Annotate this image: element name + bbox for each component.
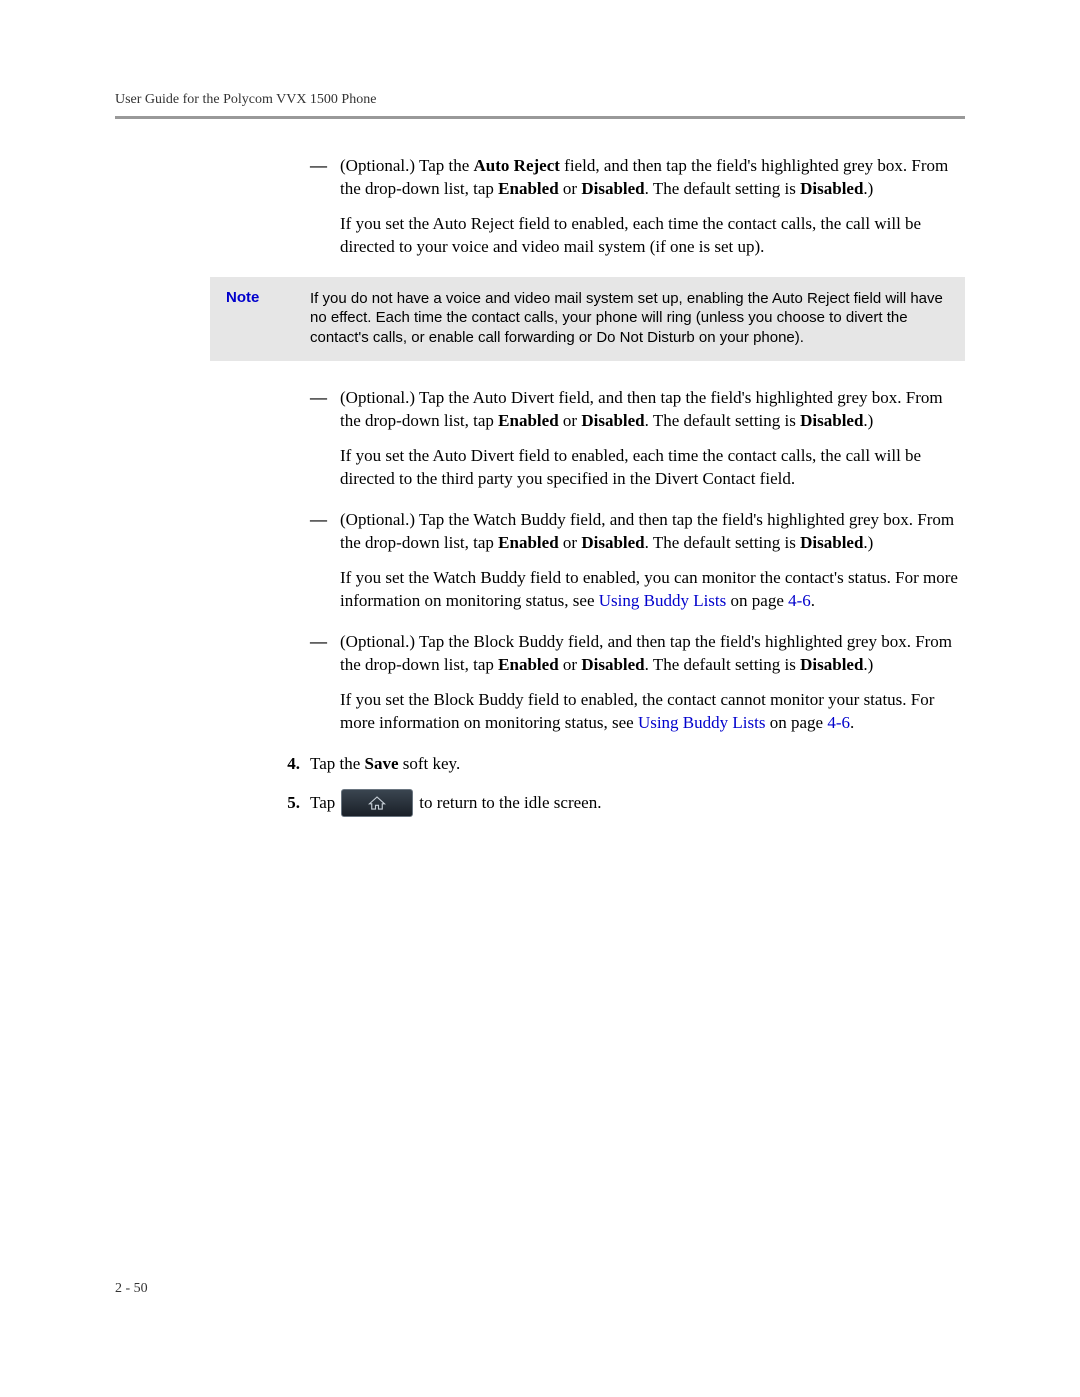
sublist-item-auto-reject: — (Optional.) Tap the Auto Reject field,…: [310, 155, 965, 201]
sublist-para: If you set the Auto Reject field to enab…: [340, 213, 965, 259]
dash-bullet: —: [310, 631, 340, 677]
dash-bullet: —: [310, 155, 340, 201]
sublist-para: If you set the Watch Buddy field to enab…: [340, 567, 965, 613]
sublist-text: (Optional.) Tap the Auto Reject field, a…: [340, 155, 965, 201]
sublist-para: If you set the Auto Divert field to enab…: [340, 445, 965, 491]
link-using-buddy-lists[interactable]: Using Buddy Lists: [599, 591, 727, 610]
note-text: If you do not have a voice and video mai…: [310, 289, 949, 348]
sublist-text: (Optional.) Tap the Block Buddy field, a…: [340, 631, 965, 677]
page-number: 2 - 50: [115, 1281, 148, 1297]
sublist-para: If you set the Block Buddy field to enab…: [340, 689, 965, 735]
content-area: — (Optional.) Tap the Auto Reject field,…: [115, 155, 965, 817]
home-icon: [368, 795, 386, 811]
dash-bullet: —: [310, 387, 340, 433]
step-text: Tap to return to the idle screen.: [310, 789, 965, 817]
step-number: 5.: [280, 793, 310, 813]
note-callout: Note If you do not have a voice and vide…: [210, 277, 965, 362]
sublist-text: (Optional.) Tap the Auto Divert field, a…: [340, 387, 965, 433]
step-4: 4. Tap the Save soft key.: [280, 753, 965, 776]
sublist-item-auto-divert: — (Optional.) Tap the Auto Divert field,…: [310, 387, 965, 433]
step-5: 5. Tap to return to the idle screen.: [280, 789, 965, 817]
sublist-item-block-buddy: — (Optional.) Tap the Block Buddy field,…: [310, 631, 965, 677]
link-using-buddy-lists[interactable]: Using Buddy Lists: [638, 713, 766, 732]
step-number: 4.: [280, 754, 310, 774]
dash-bullet: —: [310, 509, 340, 555]
home-soft-key-button: [341, 789, 413, 817]
sublist-text: (Optional.) Tap the Watch Buddy field, a…: [340, 509, 965, 555]
sublist-item-watch-buddy: — (Optional.) Tap the Watch Buddy field,…: [310, 509, 965, 555]
step-text: Tap the Save soft key.: [310, 753, 965, 776]
link-page-ref[interactable]: 4-6: [827, 713, 850, 732]
page-header: User Guide for the Polycom VVX 1500 Phon…: [115, 92, 965, 119]
link-page-ref[interactable]: 4-6: [788, 591, 811, 610]
note-label: Note: [226, 289, 310, 348]
